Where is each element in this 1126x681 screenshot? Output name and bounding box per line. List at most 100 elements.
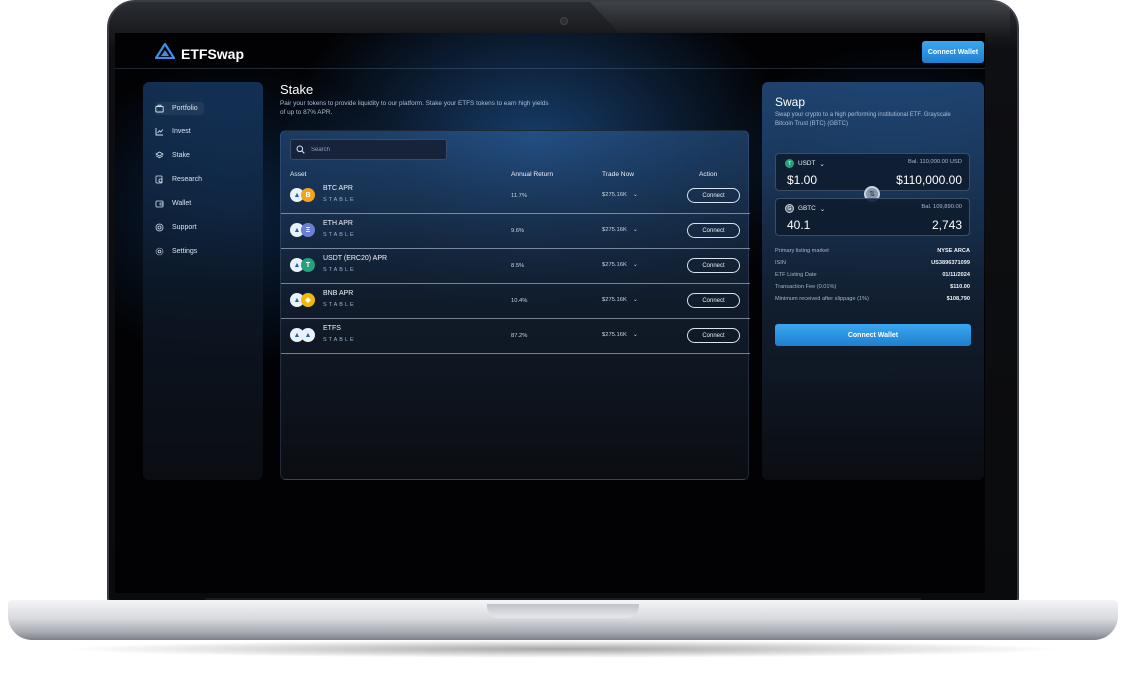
sidebar: Portfolio Invest Stake Research Wallet S… — [143, 82, 263, 480]
annual-return: 11.7% — [511, 193, 528, 199]
sidebar-item-label: Research — [172, 176, 202, 183]
from-amount[interactable]: $110,000.00 — [896, 173, 962, 187]
asset-name: ETFS — [323, 325, 341, 332]
swap-title: Swap — [775, 95, 806, 109]
sidebar-item-wallet[interactable]: Wallet — [155, 199, 191, 208]
detail-label: Transaction Fee (0.01%) — [775, 284, 837, 290]
chevron-down-icon: ⌄ — [632, 262, 638, 268]
table-row: ▲ B BTC APR STABLE 11.7% $275.16K ⌄ Conne… — [281, 179, 750, 214]
trade-value: $275.16K — [602, 332, 627, 338]
detail-label: ISIN — [775, 260, 786, 266]
asset-name: USDT (ERC20) APR — [323, 255, 388, 262]
asset-icons: ▲ Ξ — [290, 223, 316, 237]
column-header-trade-now: Trade Now — [602, 171, 635, 178]
annual-return: 8.5% — [511, 263, 525, 269]
from-token-select[interactable]: T USDT ⌄ — [785, 159, 825, 168]
gear-icon — [155, 247, 164, 256]
detail-value: NYSE ARCA — [937, 248, 970, 254]
table-row: ▲ Ξ ETH APR STABLE 9.6% $275.16K ⌄ Connec… — [281, 214, 750, 249]
detail-value: US3896371099 — [931, 260, 970, 266]
layers-icon — [155, 151, 164, 160]
detail-row: Transaction Fee (0.01%) $110.00 — [775, 284, 970, 290]
sidebar-item-stake[interactable]: Stake — [155, 151, 190, 160]
trade-now-select[interactable]: $275.16K ⌄ — [602, 192, 638, 198]
connect-button[interactable]: Connect — [687, 293, 740, 308]
asset-type: STABLE — [323, 267, 356, 273]
asset-type: STABLE — [323, 302, 356, 308]
laptop-shadow — [60, 640, 1066, 658]
swap-connect-wallet-button[interactable]: Connect Wallet — [775, 324, 971, 346]
trade-now-select[interactable]: $275.16K ⌄ — [602, 297, 638, 303]
laptop-notch — [487, 604, 639, 618]
sidebar-item-invest[interactable]: Invest — [155, 127, 191, 136]
usdt-token-icon: T — [301, 258, 315, 272]
logo-icon — [153, 41, 177, 64]
sidebar-item-label: Portfolio — [172, 105, 198, 112]
trade-value: $275.16K — [602, 192, 627, 198]
asset-type: STABLE — [323, 232, 356, 238]
to-price: 40.1 — [787, 218, 811, 232]
connect-button[interactable]: Connect — [687, 188, 740, 203]
chart-icon — [155, 127, 164, 136]
sidebar-item-portfolio[interactable]: Portfolio — [155, 102, 204, 115]
annual-return: 10.4% — [511, 298, 528, 304]
trade-value: $275.16K — [602, 227, 627, 233]
detail-value: $110.00 — [950, 284, 970, 290]
gbtc-token-icon: G — [785, 204, 794, 213]
trade-now-select[interactable]: $275.16K ⌄ — [602, 262, 638, 268]
sidebar-item-support[interactable]: Support — [155, 223, 197, 232]
search-box[interactable] — [290, 139, 447, 160]
sidebar-item-research[interactable]: Research — [155, 175, 202, 184]
sidebar-item-label: Settings — [172, 248, 198, 255]
swap-to-box[interactable]: G GBTC ⌄ Bal. 109,890.00 40.1 2,743 — [775, 198, 970, 236]
sidebar-item-settings[interactable]: Settings — [155, 247, 197, 256]
wallet-icon — [155, 199, 164, 208]
detail-row: ISIN US3896371099 — [775, 260, 970, 266]
table-row: ▲ ◆ BNB APR STABLE 10.4% $275.16K ⌄ Conne… — [281, 284, 750, 319]
detail-value: $108,790 — [946, 296, 970, 302]
to-amount[interactable]: 2,743 — [932, 218, 962, 232]
to-token-select[interactable]: G GBTC ⌄ — [785, 204, 825, 213]
asset-icons: ▲ T — [290, 258, 316, 272]
trade-now-select[interactable]: $275.16K ⌄ — [602, 227, 638, 233]
asset-type: STABLE — [323, 197, 356, 203]
asset-icons: ▲ B — [290, 188, 316, 202]
from-price: $1.00 — [787, 173, 818, 187]
sidebar-item-label: Invest — [172, 128, 191, 135]
column-header-asset: Asset — [290, 171, 307, 178]
connect-button[interactable]: Connect — [687, 223, 740, 238]
etfs-token-icon: ▲ — [301, 328, 315, 342]
detail-row: ETF Listing Date 01/11/2024 — [775, 272, 970, 278]
trade-now-select[interactable]: $275.16K ⌄ — [602, 332, 638, 338]
asset-name: BNB APR — [323, 290, 354, 297]
app-logo[interactable]: ETFSwap — [153, 41, 245, 64]
eth-token-icon: Ξ — [301, 223, 315, 237]
to-token-name: GBTC — [798, 205, 816, 212]
connect-button[interactable]: Connect — [687, 258, 740, 273]
table-row: ▲ T USDT (ERC20) APR STABLE 8.5% $275.16… — [281, 249, 750, 284]
detail-label: ETF Listing Date — [775, 272, 817, 278]
sidebar-item-label: Wallet — [172, 200, 192, 207]
from-balance: Bal. 110,000.00 USD — [907, 159, 962, 165]
search-input[interactable] — [311, 146, 431, 153]
detail-label: Minimum received after slippage (1%) — [775, 296, 869, 302]
camera-icon — [560, 17, 568, 25]
bnb-token-icon: ◆ — [301, 293, 315, 307]
sidebar-item-label: Stake — [172, 152, 190, 159]
chevron-down-icon: ⌄ — [632, 192, 638, 198]
page-title: Stake — [280, 82, 314, 97]
chevron-down-icon: ⌄ — [819, 205, 826, 213]
connect-button[interactable]: Connect — [687, 328, 740, 343]
trade-value: $275.16K — [602, 297, 627, 303]
asset-name: ETH APR — [323, 220, 353, 227]
column-header-action: Action — [699, 171, 718, 178]
support-icon — [155, 223, 164, 232]
search-icon — [296, 141, 305, 159]
stake-section: Stake Pair your tokens to provide liquid… — [280, 82, 750, 480]
trade-value: $275.16K — [602, 262, 627, 268]
laptop-mockup: ETFSwap Connect Wallet Portfolio Invest — [0, 0, 1126, 681]
detail-label: Primary listing market — [775, 248, 829, 254]
connect-wallet-button[interactable]: Connect Wallet — [922, 41, 984, 63]
detail-value: 01/11/2024 — [942, 272, 970, 278]
app-name: ETFSwap — [181, 45, 245, 62]
